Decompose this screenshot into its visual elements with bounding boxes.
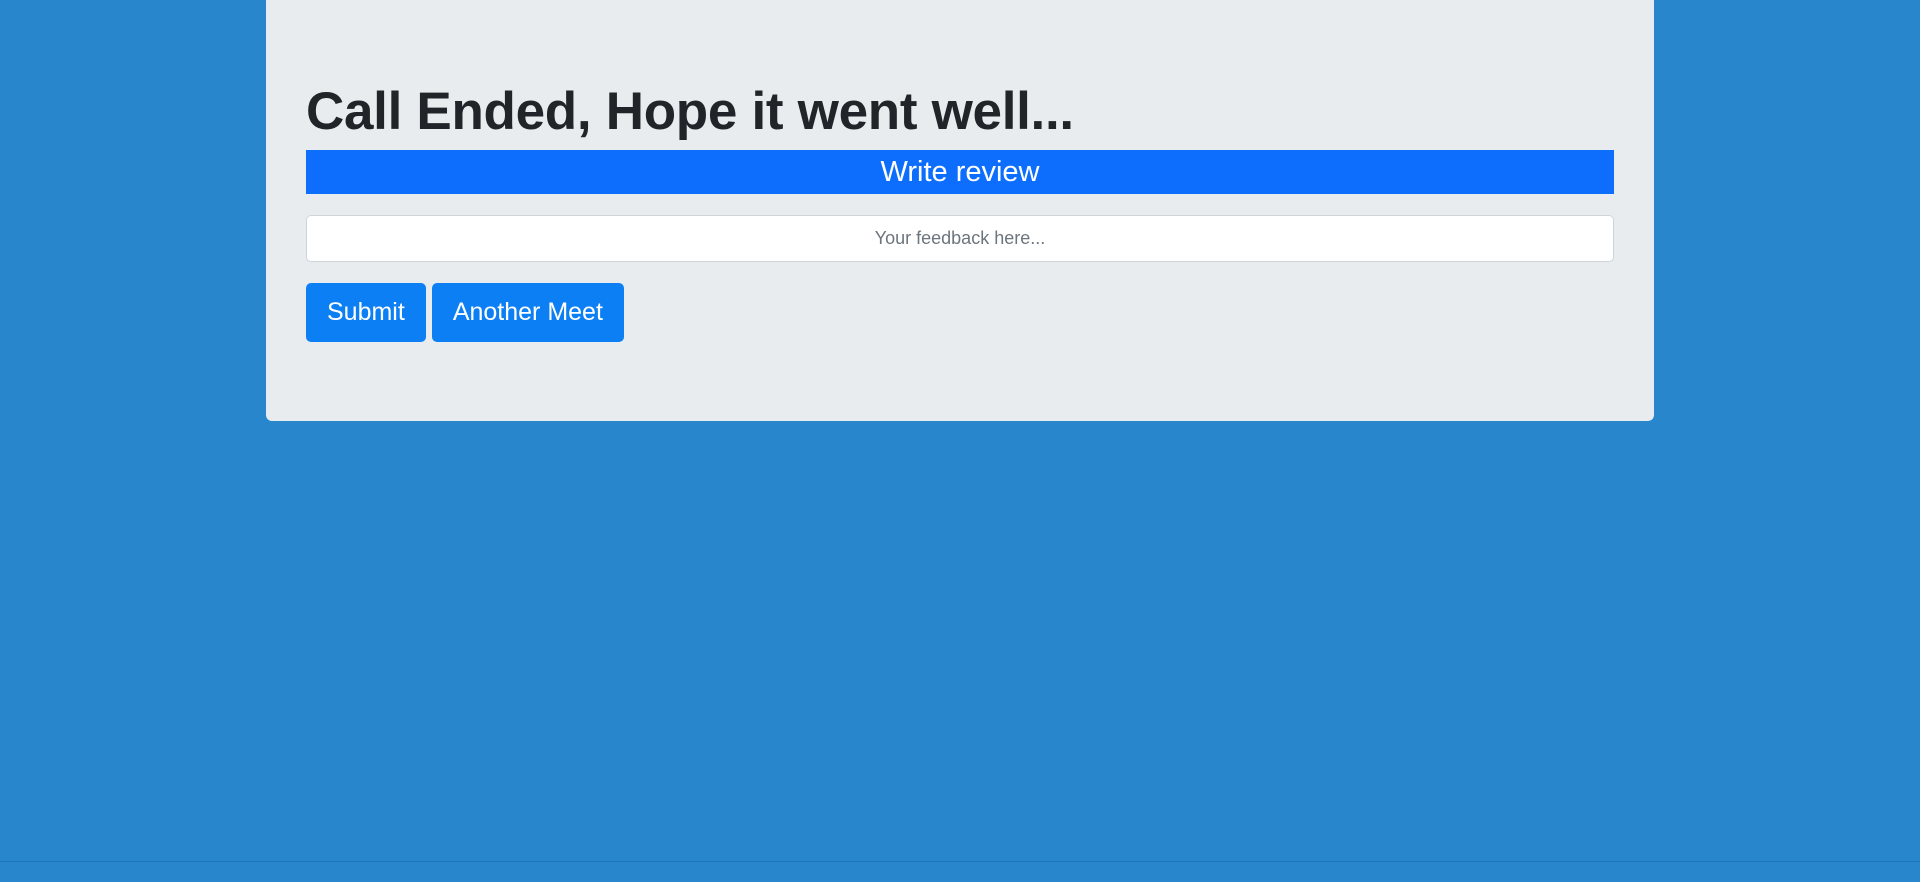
- action-buttons: Submit Another Meet: [306, 283, 1614, 342]
- feedback-input[interactable]: [306, 215, 1614, 262]
- footer-divider: [0, 861, 1920, 862]
- call-ended-card: Call Ended, Hope it went well... Write r…: [266, 0, 1654, 421]
- another-meet-button[interactable]: Another Meet: [431, 283, 624, 342]
- write-review-banner: Write review: [306, 150, 1614, 194]
- page-title: Call Ended, Hope it went well...: [306, 82, 1074, 141]
- submit-button[interactable]: Submit: [306, 283, 426, 342]
